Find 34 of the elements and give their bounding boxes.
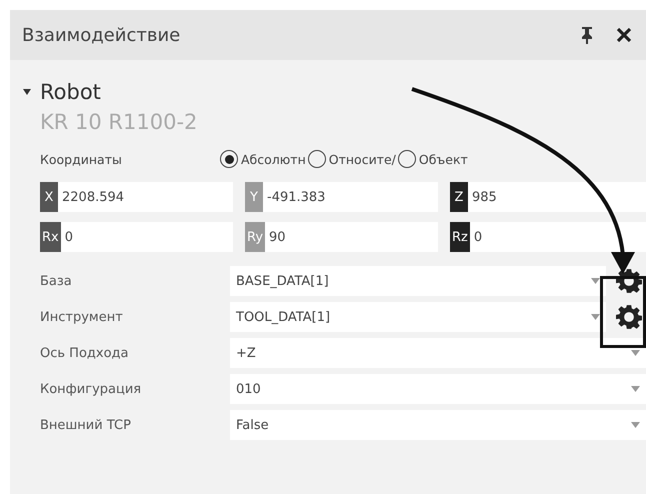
coordinate-field[interactable]: Y -491.383 bbox=[245, 182, 438, 212]
setting-label: Ось Подхода bbox=[40, 346, 130, 360]
caret-icon bbox=[591, 278, 600, 284]
expand-arrow-icon[interactable] bbox=[22, 87, 32, 97]
radio-option[interactable]: Относите/ bbox=[308, 150, 396, 168]
setting-label: База bbox=[40, 274, 73, 288]
settings-icon[interactable] bbox=[616, 304, 642, 330]
coordinate-field[interactable]: Z 985 bbox=[450, 182, 646, 212]
dropdown[interactable]: +Z bbox=[230, 338, 646, 368]
radio-option[interactable]: Объект bbox=[398, 150, 468, 168]
caret-icon bbox=[591, 314, 600, 320]
coordinates-label: Координаты bbox=[40, 152, 123, 166]
coordinate-field[interactable]: Rz 0 bbox=[450, 222, 646, 252]
close-icon[interactable] bbox=[616, 27, 632, 43]
dropdown[interactable]: BASE_DATA[1] bbox=[230, 266, 606, 296]
pin-icon[interactable] bbox=[580, 26, 594, 44]
caret-icon bbox=[631, 350, 640, 356]
setting-label: Внешний TCP bbox=[40, 418, 132, 432]
setting-label: Инструмент bbox=[40, 310, 124, 324]
dropdown[interactable]: TOOL_DATA[1] bbox=[230, 302, 606, 332]
coordinate-field[interactable]: Ry 90 bbox=[245, 222, 438, 252]
caret-icon bbox=[631, 386, 640, 392]
dropdown[interactable]: False bbox=[230, 410, 646, 440]
coordinate-field[interactable]: X 2208.594 bbox=[40, 182, 233, 212]
robot-name: Robot bbox=[40, 80, 101, 104]
caret-icon bbox=[631, 422, 640, 428]
highlight-frame bbox=[600, 276, 646, 348]
coordinate-field[interactable]: Rx 0 bbox=[40, 222, 233, 252]
settings-icon[interactable] bbox=[616, 268, 642, 294]
setting-label: Конфигурация bbox=[40, 382, 142, 396]
panel-title: Взаимодействие bbox=[22, 24, 182, 46]
dropdown[interactable]: 010 bbox=[230, 374, 646, 404]
robot-model: KR 10 R1100-2 bbox=[40, 110, 198, 134]
radio-option[interactable]: Абсолютн bbox=[220, 150, 306, 168]
